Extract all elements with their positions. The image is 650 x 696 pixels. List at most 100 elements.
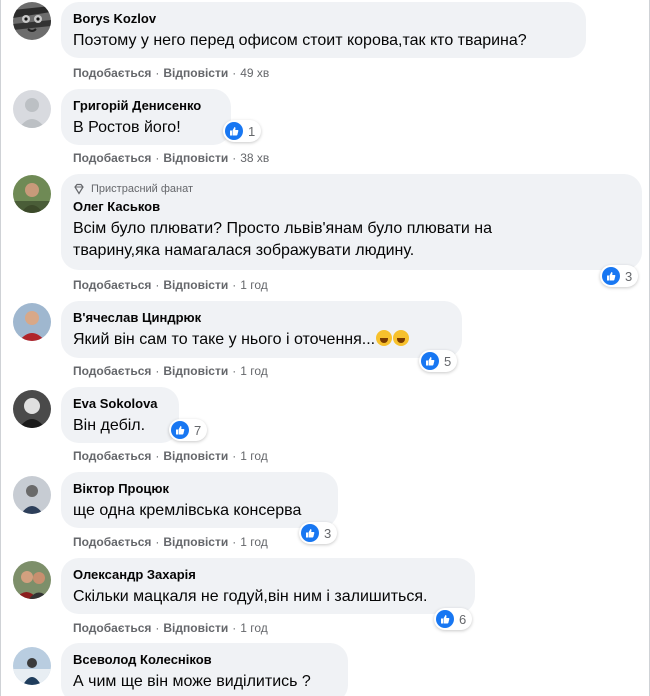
comment-time[interactable]: 1 год [240, 449, 268, 463]
comment-text: Який він сам то таке у нього і оточення.… [73, 329, 450, 351]
reply-link[interactable]: Відповісти [163, 364, 228, 378]
like-reaction-icon [171, 421, 189, 439]
reply-link[interactable]: Відповісти [163, 66, 228, 80]
comment-text: Поэтому у него перед офисом стоит корова… [73, 32, 527, 49]
comment-author[interactable]: Олег Каськов [73, 198, 630, 215]
comment-time[interactable]: 1 год [240, 535, 268, 549]
comments-panel: Borys Kozlov Поэтому у него перед офисом… [0, 0, 650, 696]
user-avatar[interactable] [13, 561, 51, 599]
fan-badge-label: Пристрасний фанат [91, 183, 194, 195]
like-reaction-icon [301, 524, 319, 542]
comment-text: В Ростов його! [73, 119, 181, 136]
separator-dot: · [232, 449, 237, 463]
reaction-number: 1 [248, 123, 256, 139]
user-avatar[interactable] [13, 175, 51, 213]
like-link[interactable]: Подобається [73, 535, 151, 549]
comment-actions: Подобається · Відповісти · 49 хв [73, 65, 269, 81]
fan-badge[interactable]: Пристрасний фанат [73, 182, 630, 196]
separator-dot: · [232, 621, 237, 635]
separator-dot: · [155, 364, 160, 378]
diamond-icon [74, 183, 84, 195]
separator-dot: · [155, 535, 160, 549]
tiger-avatar[interactable] [13, 2, 51, 40]
reaction-count[interactable]: 3 [600, 265, 639, 287]
reaction-count[interactable]: 7 [169, 419, 208, 441]
comment-author[interactable]: Всеволод Колесніков [73, 651, 336, 668]
comment-bubble: Eva Sokolova Він дебіл. [61, 387, 179, 443]
separator-dot: · [155, 449, 160, 463]
like-link[interactable]: Подобається [73, 449, 151, 463]
reaction-number: 3 [625, 268, 633, 284]
comment-time[interactable]: 1 год [240, 364, 268, 378]
comment-text: А чим ще він може виділитись ? [73, 673, 311, 690]
comment-author[interactable]: В'ячеслав Циндрюк [73, 309, 450, 326]
comment-text-line: тварину,яка намагалася зображувати людин… [73, 242, 415, 259]
user-avatar[interactable] [13, 647, 51, 685]
comment-text: Скільки мацкаля не годуй,він ним і залиш… [73, 588, 428, 605]
comment-bubble: Borys Kozlov Поэтому у него перед офисом… [61, 2, 586, 58]
comment-bubble: Олександр Захарія Скільки мацкаля не год… [61, 558, 475, 614]
reply-link[interactable]: Відповісти [163, 278, 228, 292]
rofl-emoji-icon [393, 330, 410, 346]
like-reaction-icon [602, 267, 620, 285]
reply-link[interactable]: Відповісти [163, 535, 228, 549]
separator-dot: · [232, 278, 237, 292]
comment-time[interactable]: 49 хв [240, 66, 269, 80]
user-avatar[interactable] [13, 390, 51, 428]
comment-bubble: Віктор Процюк ще одна кремлівська консер… [61, 472, 338, 528]
reaction-count[interactable]: 3 [299, 522, 338, 544]
reaction-count[interactable]: 6 [434, 608, 473, 630]
reply-link[interactable]: Відповісти [163, 449, 228, 463]
like-reaction-icon [436, 610, 454, 628]
like-link[interactable]: Подобається [73, 278, 151, 292]
reaction-number: 6 [459, 611, 467, 627]
comment-author[interactable]: Олександр Захарія [73, 566, 463, 583]
comment-text: ще одна кремлівська консерва [73, 502, 302, 519]
comment-time[interactable]: 1 год [240, 621, 268, 635]
comment-bubble: Григорій Денисенко В Ростов його! [61, 89, 231, 145]
comment-actions: Подобається · Відповісти · 1 год [73, 277, 268, 293]
separator-dot: · [232, 151, 237, 165]
user-avatar[interactable] [13, 476, 51, 514]
separator-dot: · [232, 66, 237, 80]
comment-text: Він дебіл. [73, 417, 146, 434]
comment-actions: Подобається · Відповісти · 1 год [73, 620, 268, 636]
reply-link[interactable]: Відповісти [163, 151, 228, 165]
separator-dot: · [155, 151, 160, 165]
like-reaction-icon [421, 352, 439, 370]
laughing-emoji-icon [376, 330, 393, 346]
reaction-count[interactable]: 1 [223, 120, 262, 142]
separator-dot: · [232, 364, 237, 378]
comment-bubble: В'ячеслав Циндрюк Який він сам то таке у… [61, 301, 462, 358]
reply-link[interactable]: Відповісти [163, 621, 228, 635]
comment-actions: Подобається · Відповісти · 1 год [73, 534, 268, 550]
comment-bubble: Пристрасний фанат Олег Каськов Всім було… [61, 174, 642, 270]
comment-author[interactable]: Borys Kozlov [73, 10, 574, 27]
comment-author[interactable]: Віктор Процюк [73, 480, 326, 497]
reaction-number: 3 [324, 525, 332, 541]
comment-author[interactable]: Григорій Денисенко [73, 97, 219, 114]
like-reaction-icon [225, 122, 243, 140]
separator-dot: · [155, 278, 160, 292]
separator-dot: · [155, 66, 160, 80]
comment-time[interactable]: 1 год [240, 278, 268, 292]
like-link[interactable]: Подобається [73, 621, 151, 635]
separator-dot: · [155, 621, 160, 635]
separator-dot: · [232, 535, 237, 549]
comment-text-line: Всім було плювати? Просто львів'янам бул… [73, 220, 493, 237]
like-link[interactable]: Подобається [73, 66, 151, 80]
comment-time[interactable]: 38 хв [240, 151, 269, 165]
comment-author[interactable]: Eva Sokolova [73, 395, 167, 412]
like-link[interactable]: Подобається [73, 151, 151, 165]
reaction-number: 5 [444, 353, 452, 369]
comment-actions: Подобається · Відповісти · 1 год [73, 448, 268, 464]
reaction-count[interactable]: 5 [419, 350, 458, 372]
default-avatar[interactable] [13, 90, 51, 128]
comment-text-content: Який він сам то таке у нього і оточення.… [73, 331, 376, 348]
comment-actions: Подобається · Відповісти · 1 год [73, 363, 268, 379]
comment-actions: Подобається · Відповісти · 38 хв [73, 150, 269, 166]
reaction-number: 7 [194, 422, 202, 438]
user-avatar[interactable] [13, 303, 51, 341]
comment-bubble: Всеволод Колесніков А чим ще він може ви… [61, 643, 348, 696]
like-link[interactable]: Подобається [73, 364, 151, 378]
